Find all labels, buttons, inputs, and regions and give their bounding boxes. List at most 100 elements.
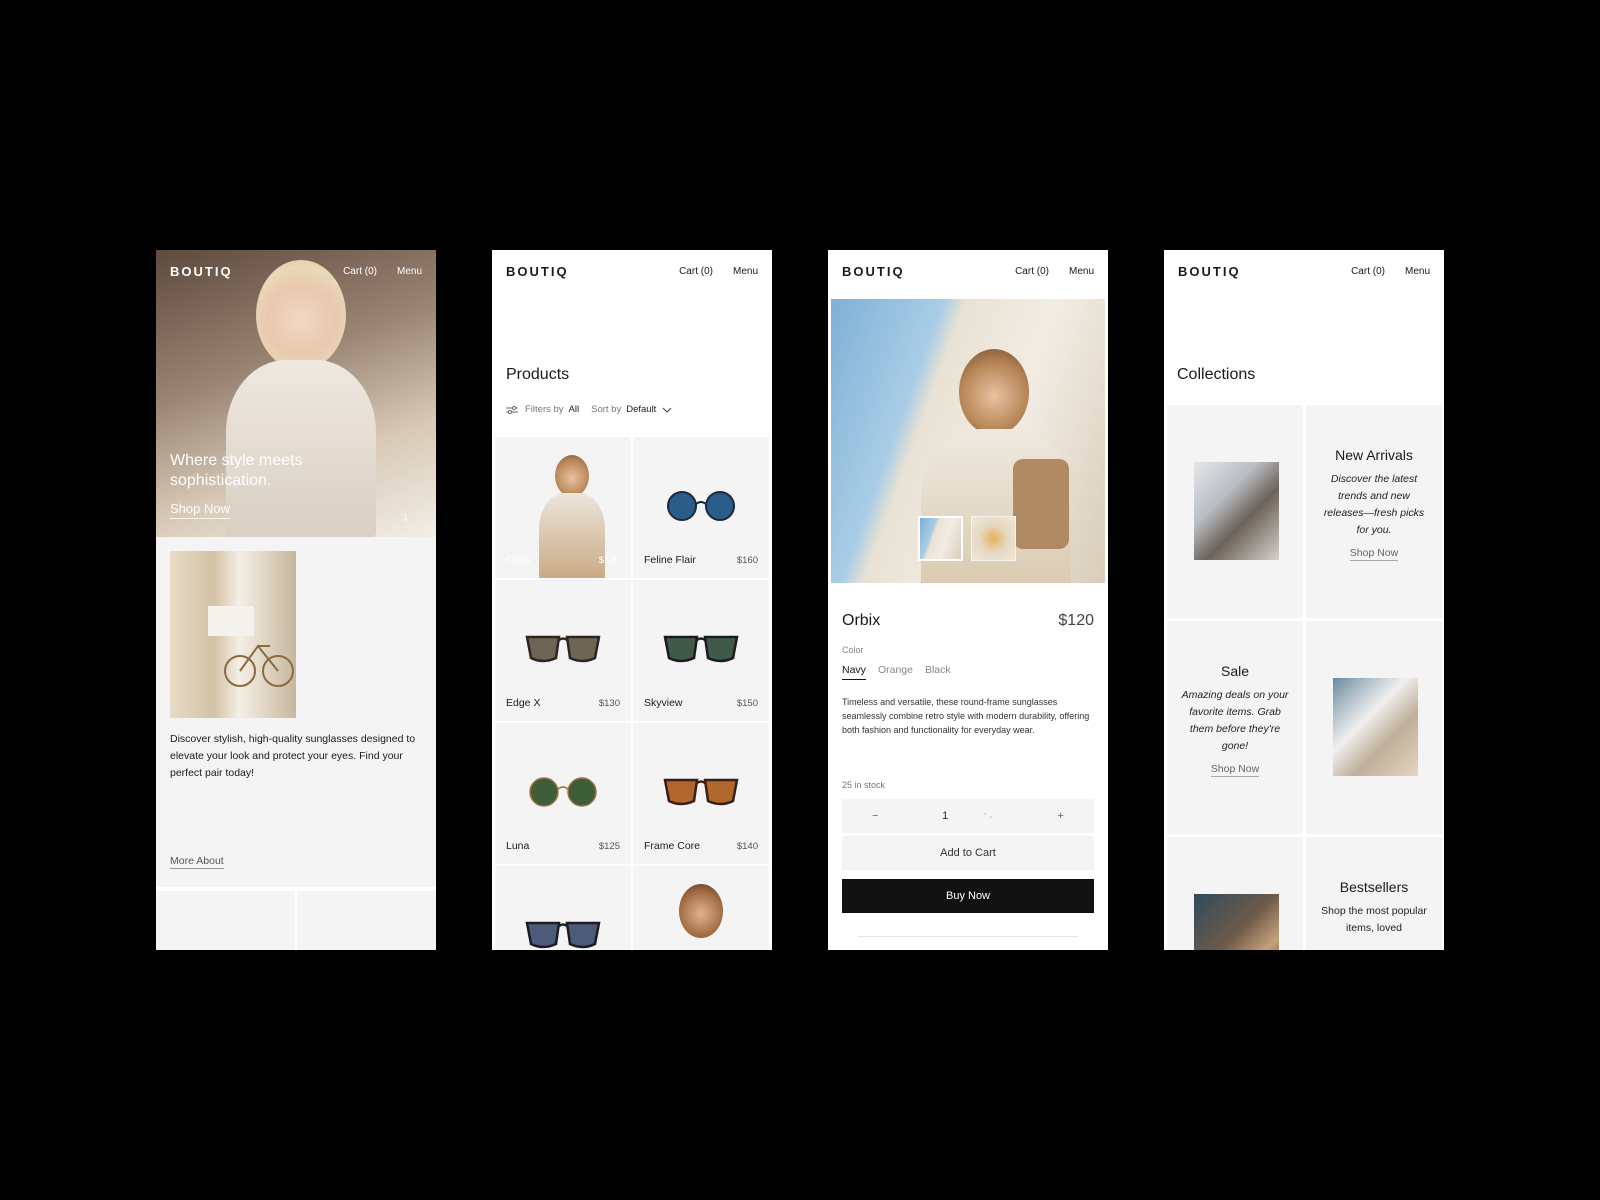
product-price: $120 xyxy=(598,555,620,566)
filter-bar: Filters by All Sort by Default xyxy=(506,404,672,415)
menu-button[interactable]: Menu xyxy=(397,264,422,277)
thumbnail-image[interactable] xyxy=(971,516,1016,561)
collection-title: Sale xyxy=(1220,663,1250,679)
product-card[interactable]: Skyview $150 xyxy=(633,580,769,721)
product-name: Orbix xyxy=(842,612,881,629)
product-name: Orbix xyxy=(506,554,532,566)
increase-button[interactable]: + xyxy=(1058,810,1064,822)
cart-link[interactable]: Cart (0) xyxy=(343,264,377,277)
product-tile-image[interactable] xyxy=(156,891,295,950)
collection-image-cell[interactable] xyxy=(1167,405,1303,618)
product-price: $125 xyxy=(598,841,620,852)
product-price: $160 xyxy=(736,555,758,566)
buy-now-button[interactable]: Buy Now xyxy=(842,879,1094,913)
product-grid: Orbix $120 Feline Flair $160 Edge X $130 xyxy=(495,437,769,950)
thumbnail-image[interactable] xyxy=(918,516,963,561)
collection-description: Discover the latest trends and new relea… xyxy=(1323,473,1425,536)
product-name: Frame Core xyxy=(644,840,701,852)
sunglasses-icon xyxy=(667,491,735,521)
product-card[interactable]: Edge X $130 xyxy=(495,580,631,721)
collection-title: New Arrivals xyxy=(1335,447,1413,463)
chevron-down-icon[interactable] xyxy=(662,407,672,413)
sort-value[interactable]: Default xyxy=(626,404,656,415)
bicycle-room-image xyxy=(170,551,296,718)
product-card[interactable]: Frame Core $140 xyxy=(633,723,769,864)
shop-now-link[interactable]: Shop Now xyxy=(170,501,230,519)
sunglasses-icon xyxy=(529,777,597,807)
brand-logo[interactable]: BOUTIQ xyxy=(1178,264,1241,279)
color-options: Navy Orange Black xyxy=(842,664,951,680)
page-title: Collections xyxy=(1177,366,1256,383)
product-price: $120 xyxy=(1058,612,1094,629)
menu-button[interactable]: Menu xyxy=(1405,264,1430,277)
product-name: Feline Flair xyxy=(644,554,696,566)
page-title: Products xyxy=(506,366,570,383)
cart-link[interactable]: Cart (0) xyxy=(1351,264,1385,277)
color-label: Color xyxy=(842,645,864,655)
hero-title: Where style meets sophistication. xyxy=(170,452,303,489)
header: BOUTIQ Cart (0) Menu xyxy=(1164,250,1444,294)
sort-label[interactable]: Sort by xyxy=(591,404,621,415)
collection-image-cell[interactable] xyxy=(1167,837,1303,950)
decrease-button[interactable]: − xyxy=(872,810,878,822)
filter-label[interactable]: Filters by xyxy=(525,404,564,415)
menu-button[interactable]: Menu xyxy=(1069,264,1094,277)
divider xyxy=(858,936,1078,937)
sunglasses-icon xyxy=(525,921,601,949)
brand-logo[interactable]: BOUTIQ xyxy=(842,264,905,279)
collection-card-bestsellers[interactable]: Bestsellers Shop the most popular items,… xyxy=(1306,837,1442,950)
product-card[interactable]: Luna $125 xyxy=(495,723,631,864)
products-screen: BOUTIQ Cart (0) Menu Products Filters by… xyxy=(492,250,772,950)
product-name: Luna xyxy=(506,840,530,852)
product-name: Skyview xyxy=(644,697,683,709)
cart-link[interactable]: Cart (0) xyxy=(1015,264,1049,277)
product-price: $140 xyxy=(736,841,758,852)
product-detail-screen: BOUTIQ Cart (0) Menu Orbix $120 Color Na… xyxy=(828,250,1108,950)
shop-now-link[interactable]: Shop Now xyxy=(1349,547,1399,561)
color-option-orange[interactable]: Orange xyxy=(878,664,913,680)
collection-image xyxy=(1333,678,1418,776)
product-card[interactable] xyxy=(495,866,631,950)
collection-image xyxy=(1194,894,1279,950)
cart-link[interactable]: Cart (0) xyxy=(679,264,713,277)
sunglasses-icon xyxy=(663,778,739,806)
filter-value[interactable]: All xyxy=(569,404,580,415)
header: BOUTIQ Cart (0) Menu xyxy=(492,250,772,294)
product-price: $150 xyxy=(736,698,758,709)
menu-button[interactable]: Menu xyxy=(733,264,758,277)
collection-description: Amazing deals on your favorite items. Gr… xyxy=(1181,689,1289,752)
home-screen: BOUTIQ Cart (0) Menu Where style meets s… xyxy=(156,250,436,950)
brand-logo[interactable]: BOUTIQ xyxy=(506,264,569,279)
product-card[interactable]: Orbix $120 xyxy=(495,437,631,578)
shop-now-link[interactable]: Shop Now xyxy=(1210,763,1260,777)
header: BOUTIQ Cart (0) Menu xyxy=(156,250,436,294)
product-tile[interactable] xyxy=(297,891,436,950)
collections-screen: BOUTIQ Cart (0) Menu Collections New Arr… xyxy=(1164,250,1444,950)
more-about-link[interactable]: More About xyxy=(170,855,224,869)
thumbnail-strip xyxy=(918,516,1016,561)
intro-text: Discover stylish, high-quality sunglasse… xyxy=(170,733,416,779)
product-price: $130 xyxy=(598,698,620,709)
spinner-icon[interactable]: ⌃⌄ xyxy=(982,812,994,820)
product-description: Timeless and versatile, these round-fram… xyxy=(842,697,1090,735)
sunglasses-icon xyxy=(663,635,739,663)
sunglasses-icon xyxy=(525,635,601,663)
product-name: Edge X xyxy=(506,697,541,709)
brand-logo[interactable]: BOUTIQ xyxy=(170,264,233,279)
collection-card-new-arrivals[interactable]: New Arrivals Discover the latest trends … xyxy=(1306,405,1442,618)
stock-status: 25 in stock xyxy=(842,780,886,790)
intro-section: Discover stylish, high-quality sunglasse… xyxy=(156,537,436,887)
product-card[interactable]: Feline Flair $160 xyxy=(633,437,769,578)
quantity-value[interactable]: 1 xyxy=(942,810,948,822)
color-option-navy[interactable]: Navy xyxy=(842,664,866,680)
collection-description: Shop the most popular items, loved xyxy=(1321,905,1427,934)
collection-image-cell[interactable] xyxy=(1306,621,1442,834)
sliders-icon[interactable] xyxy=(506,405,518,415)
lifestyle-image[interactable] xyxy=(633,866,769,950)
collections-grid: New Arrivals Discover the latest trends … xyxy=(1167,405,1442,950)
collection-card-sale[interactable]: Sale Amazing deals on your favorite item… xyxy=(1167,621,1303,834)
color-option-black[interactable]: Black xyxy=(925,664,951,680)
add-to-cart-button[interactable]: Add to Cart xyxy=(842,836,1094,870)
arrow-down-icon[interactable]: ↓ xyxy=(402,508,409,524)
quantity-stepper: − 1 ⌃⌄ + xyxy=(842,799,1094,833)
